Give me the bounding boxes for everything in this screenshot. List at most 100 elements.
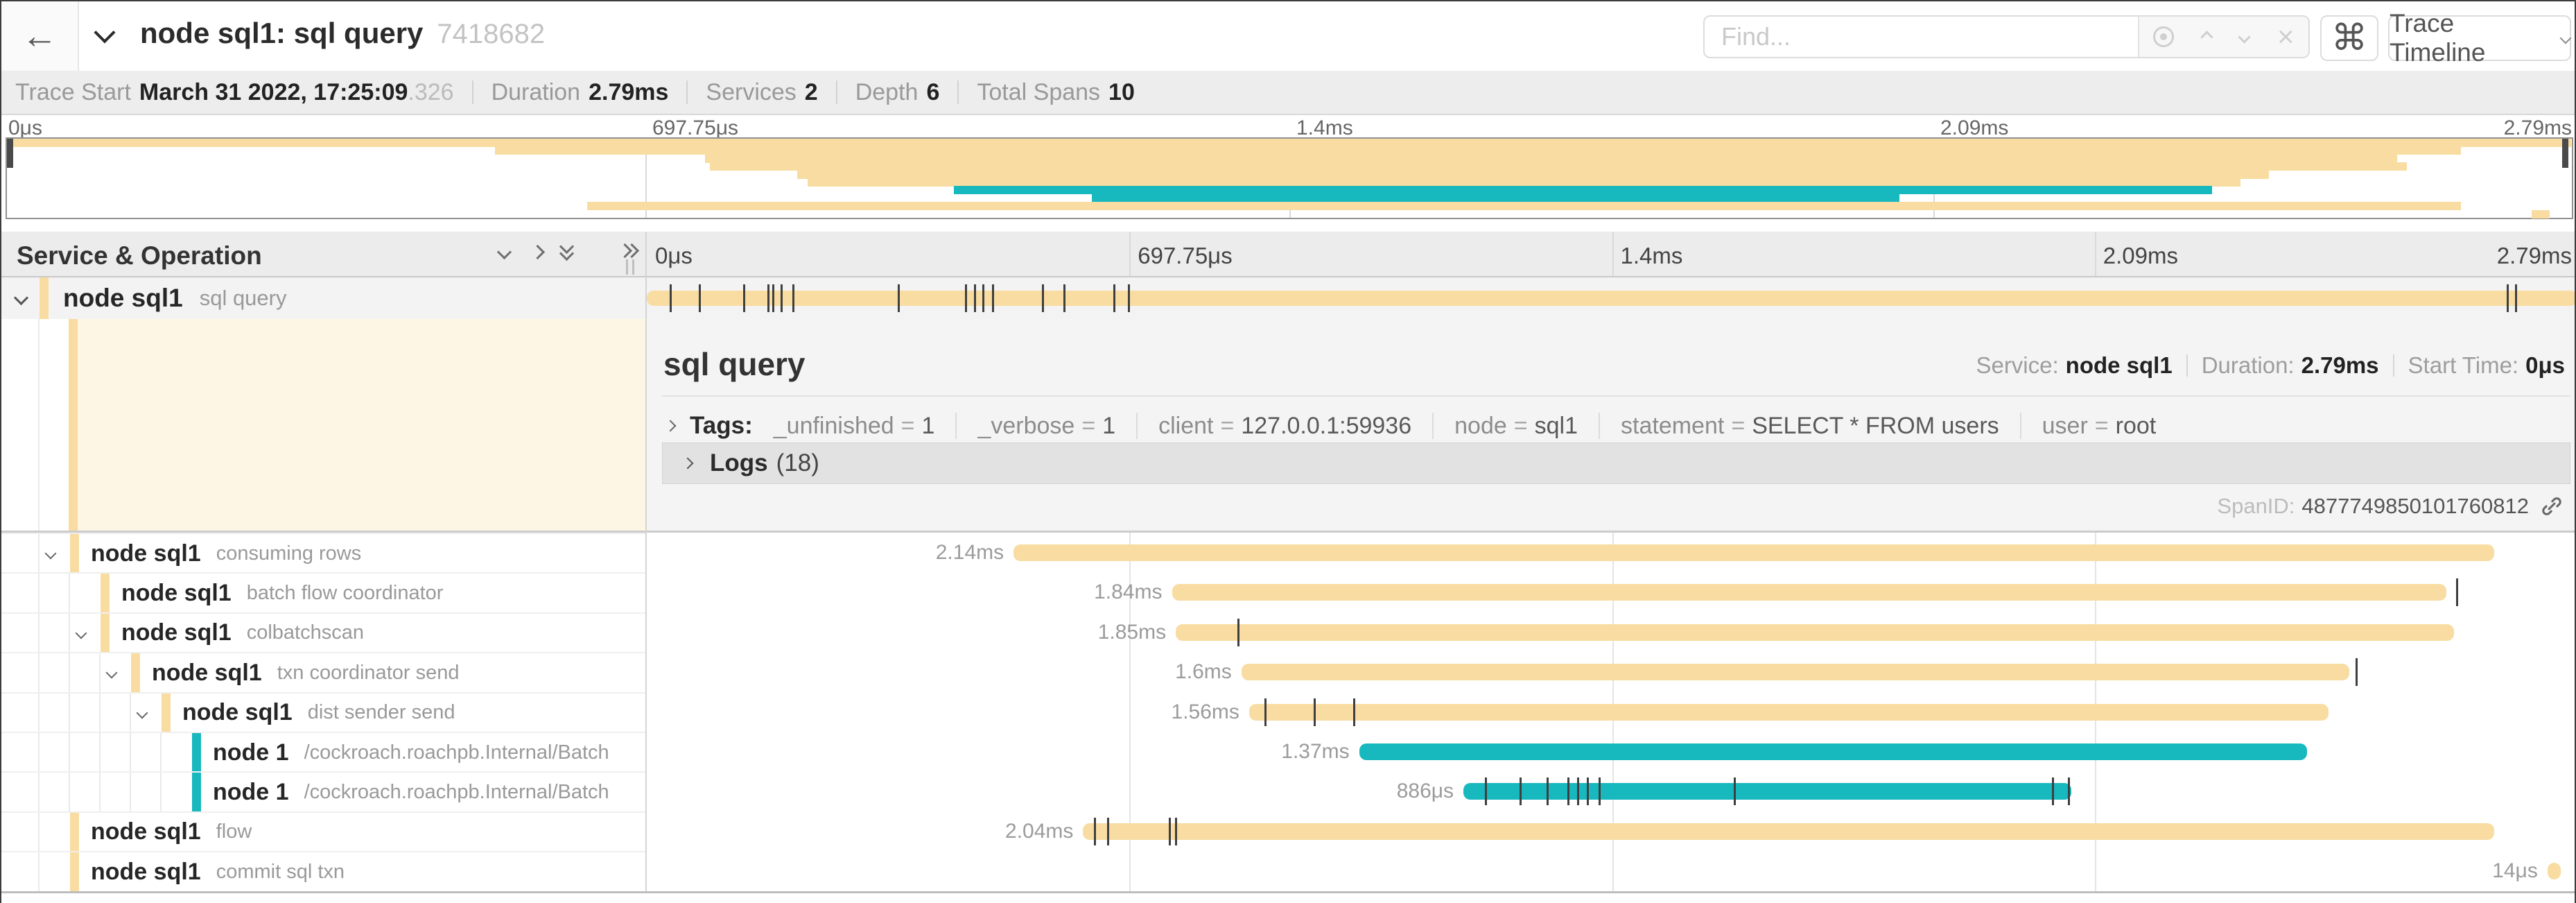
span-accent-bar — [40, 277, 49, 319]
tree-chevron-icon[interactable] — [106, 667, 118, 679]
collapse-one-icon[interactable] — [497, 245, 512, 259]
span-bar-row[interactable]: 1.56ms — [647, 692, 2576, 732]
span-row-sql-query-label[interactable]: node sql1sql query — [1, 277, 645, 319]
operation-name: sql query — [200, 286, 287, 311]
tree-row[interactable]: node sql1dist sender send — [1, 692, 645, 732]
service-operation-header: Service & Operation — [1, 232, 645, 277]
tree-chevron-icon[interactable] — [14, 291, 28, 305]
span-bar-row[interactable]: 886μs — [647, 771, 2576, 811]
tree-chevron-icon[interactable] — [137, 707, 148, 719]
clear-search-icon[interactable]: × — [2277, 22, 2295, 51]
minimap-left-scrubber[interactable] — [7, 139, 13, 168]
span-bar[interactable] — [1172, 584, 2446, 601]
minimap-right-scrubber[interactable] — [2562, 139, 2568, 168]
trace-meta-bar: Trace StartMarch 31 2022, 17:25:09.326Du… — [1, 71, 2576, 115]
detail-divider — [662, 395, 2570, 397]
span-bar-row[interactable]: 1.85ms — [647, 612, 2576, 653]
tree-row[interactable]: node sql1txn coordinator send — [1, 652, 645, 692]
expand-one-icon[interactable] — [530, 245, 545, 259]
span-row-sql-query-bar[interactable] — [647, 277, 2576, 319]
chevron-right-icon — [682, 458, 694, 470]
tree-row[interactable]: node sql1commit sql txn — [1, 851, 645, 891]
timeline-ruler: 0μs697.75μs1.4ms2.09ms2.79ms — [647, 232, 2576, 277]
tree-guideline — [38, 694, 40, 732]
span-log-tick — [2052, 777, 2054, 805]
next-match-icon[interactable] — [2238, 31, 2250, 43]
span-bar[interactable] — [1083, 823, 2494, 840]
panel-resize-grip[interactable] — [626, 259, 641, 275]
span-bar-row[interactable]: 2.14ms — [647, 533, 2576, 573]
logs-label: Logs — [710, 449, 768, 477]
span-bar[interactable] — [1013, 544, 2494, 561]
panel-divider[interactable] — [645, 232, 647, 891]
tree-guideline — [130, 733, 131, 772]
span-log-tick — [1042, 284, 1044, 312]
span-bar[interactable] — [2548, 863, 2561, 879]
tree-guideline — [38, 574, 40, 612]
view-selector-button[interactable]: Trace Timeline — [2388, 15, 2571, 61]
tree-guideline — [69, 653, 70, 692]
service-value: node sql1 — [2066, 352, 2173, 379]
span-duration-label: 1.37ms — [1281, 740, 1349, 764]
tags-accordion[interactable]: Tags: _unfinished=1_verbose=1client=127.… — [666, 408, 2156, 444]
span-bar[interactable] — [1463, 783, 2071, 800]
detail-title: sql query — [663, 345, 806, 383]
span-bar[interactable] — [647, 291, 2576, 306]
operation-name: dist sender send — [308, 701, 455, 724]
span-log-tick — [965, 284, 967, 312]
span-duration-label: 1.85ms — [1098, 621, 1166, 644]
detail-left-accent-area — [1, 319, 645, 533]
tree-chevron-icon[interactable] — [76, 627, 87, 639]
span-log-tick — [1128, 284, 1130, 312]
span-bar[interactable] — [1176, 624, 2454, 641]
span-bar-row[interactable]: 1.84ms — [647, 572, 2576, 612]
tree-guideline — [38, 614, 40, 653]
span-bar[interactable] — [1359, 743, 2307, 760]
detail-accent-bar — [69, 319, 78, 533]
logs-accordion[interactable]: Logs (18) — [662, 442, 2570, 484]
span-name: node sql1commit sql txn — [91, 852, 345, 891]
span-name: node sql1batch flow coordinator — [121, 574, 443, 612]
span-bar-row[interactable]: 14μs — [647, 851, 2576, 891]
back-button[interactable]: ← — [1, 1, 79, 71]
tag-item: user=root — [2042, 413, 2157, 440]
span-log-tick — [1063, 284, 1065, 312]
operation-name: commit sql txn — [216, 861, 345, 884]
span-bar-row[interactable]: 2.04ms — [647, 811, 2576, 852]
tree-row[interactable]: node sql1consuming rows — [1, 533, 645, 573]
span-log-tick — [974, 284, 976, 312]
tree-row[interactable]: node 1/cockroach.roachpb.Internal/Batch — [1, 771, 645, 811]
start-time-value: 0μs — [2525, 352, 2565, 379]
collapse-all-icon[interactable] — [562, 241, 582, 262]
service-name: node 1 — [213, 779, 289, 806]
service-name: node sql1 — [91, 540, 201, 567]
ruler-gridline — [1612, 232, 1614, 276]
tree-row[interactable]: node sql1flow — [1, 811, 645, 852]
span-bar-row[interactable]: 1.6ms — [647, 652, 2576, 692]
trace-minimap[interactable] — [6, 137, 2573, 219]
tree-guideline — [38, 733, 40, 772]
keyboard-shortcuts-button[interactable]: ⌘ — [2320, 15, 2378, 61]
meta-divider — [472, 80, 473, 104]
span-log-tick — [2456, 578, 2458, 606]
span-bar[interactable] — [1249, 704, 2329, 721]
ruler-tick-label: 697.75μs — [1138, 243, 1232, 269]
service-name: node sql1 — [121, 580, 232, 607]
start-time-label: Start Time: — [2408, 352, 2519, 379]
locate-icon[interactable] — [2153, 26, 2174, 47]
tree-row[interactable]: node sql1batch flow coordinator — [1, 572, 645, 612]
span-bar-row[interactable]: 1.37ms — [647, 732, 2576, 772]
tree-row[interactable]: node sql1colbatchscan — [1, 612, 645, 653]
tree-chevron-icon[interactable] — [45, 548, 57, 560]
find-input[interactable] — [1705, 17, 2138, 57]
detail-meta: Service: node sql1 Duration: 2.79ms Star… — [1976, 352, 2565, 379]
span-bar[interactable] — [1242, 664, 2350, 680]
collapse-all-header-chevron-icon[interactable] — [94, 22, 115, 43]
duration-label: Duration: — [2202, 352, 2295, 379]
find-controls: × — [2138, 17, 2308, 57]
deep-link-icon[interactable] — [2539, 493, 2565, 519]
ruler-tick-label: 2.09ms — [2103, 243, 2178, 269]
prev-match-icon[interactable] — [2201, 31, 2213, 43]
meta-label: Duration — [491, 79, 581, 106]
tree-row[interactable]: node 1/cockroach.roachpb.Internal/Batch — [1, 732, 645, 772]
